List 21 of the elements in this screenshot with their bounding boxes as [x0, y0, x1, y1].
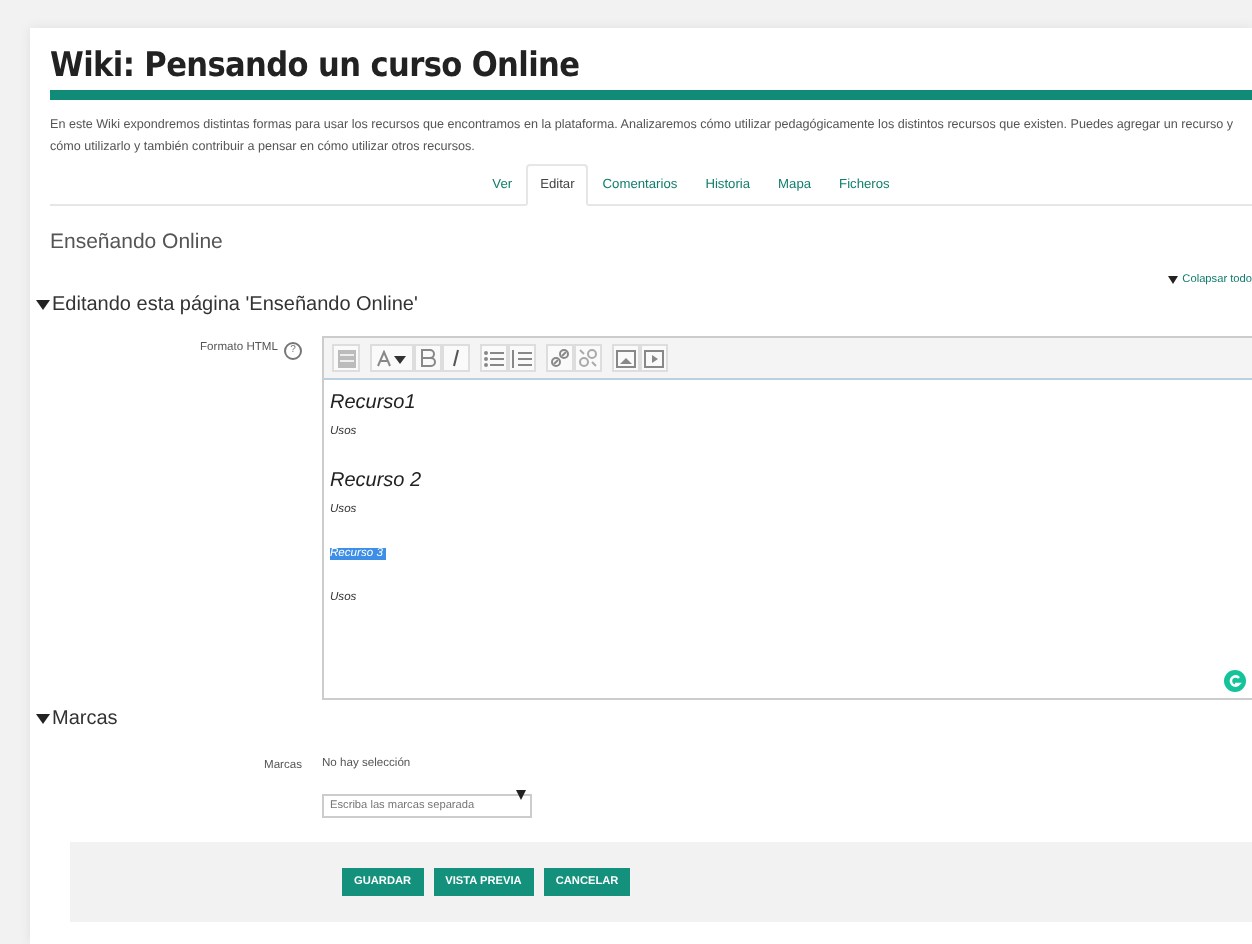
section-header[interactable]: Editando esta página 'Enseñando Online': [52, 294, 418, 316]
media-icon[interactable]: [640, 344, 668, 372]
content-heading: Recurso 2: [330, 470, 422, 492]
grammar-assistant-icon[interactable]: [1224, 670, 1246, 692]
expand-triangle-icon[interactable]: [36, 298, 50, 312]
italic-icon[interactable]: [442, 344, 470, 372]
font-style-icon[interactable]: [370, 344, 414, 372]
bullet-list-icon[interactable]: [480, 344, 508, 372]
unlink-icon[interactable]: [574, 344, 602, 372]
content-heading: Recurso1: [330, 392, 416, 414]
collapse-triangle-icon[interactable]: [1168, 276, 1179, 284]
expand-triangle-icon[interactable]: [36, 712, 50, 726]
page-title: Wiki: Pensando un curso Online: [50, 46, 582, 86]
section-header[interactable]: Marcas: [52, 708, 118, 730]
bold-icon[interactable]: [414, 344, 442, 372]
wiki-page-title: Enseñando Online: [50, 230, 225, 254]
link-icon[interactable]: [546, 344, 574, 372]
image-icon[interactable]: [612, 344, 640, 372]
dropdown-arrow-icon[interactable]: [516, 789, 526, 799]
toolbar-toggle-icon[interactable]: [332, 344, 360, 372]
numbered-list-icon[interactable]: [508, 344, 536, 372]
